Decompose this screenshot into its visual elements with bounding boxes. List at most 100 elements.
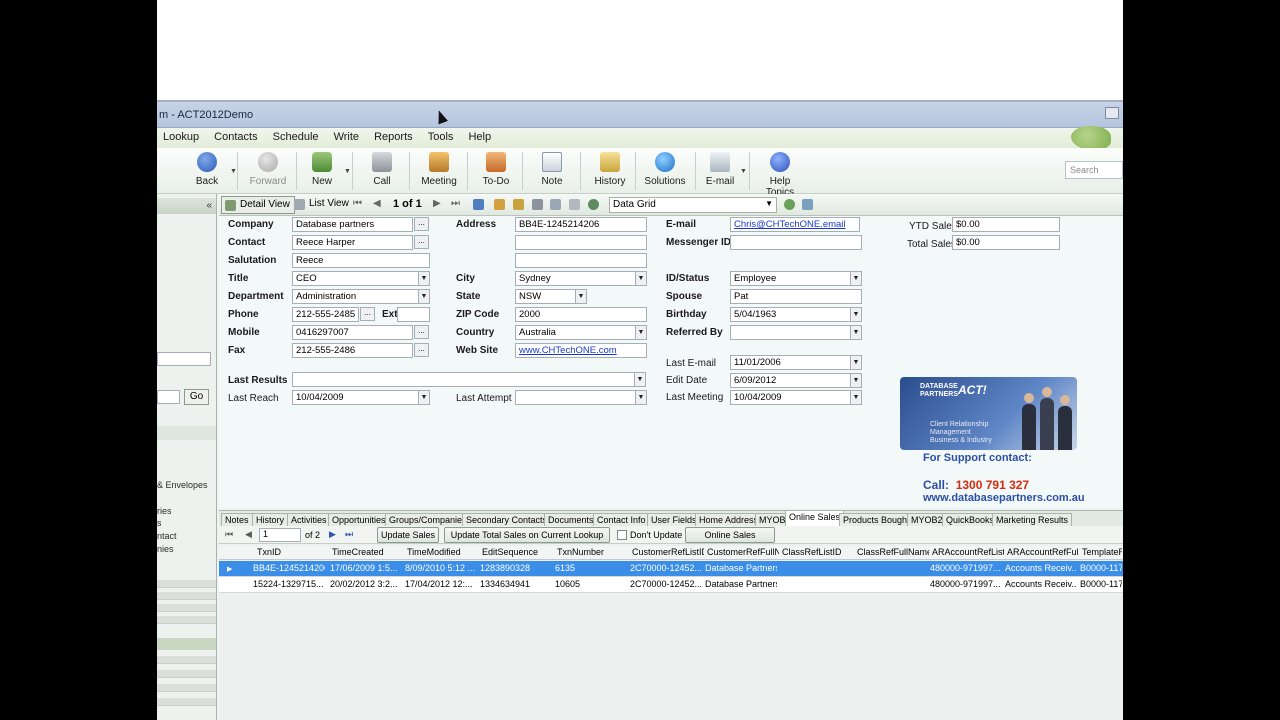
- column-header[interactable]: TimeCreated: [332, 547, 404, 557]
- address-line3-field[interactable]: [515, 253, 647, 268]
- previous-record-icon[interactable]: ◀: [373, 198, 381, 209]
- address-line2-field[interactable]: [515, 235, 647, 250]
- company-ellipsis-button[interactable]: ...: [414, 217, 429, 231]
- phone-field[interactable]: 212-555-2485: [292, 307, 359, 322]
- table-cell[interactable]: 15224-1329715...: [253, 579, 325, 589]
- column-header[interactable]: TemplateR: [1082, 547, 1122, 557]
- address-line1-field[interactable]: BB4E-1245214206: [515, 217, 647, 232]
- update-total-sales-button[interactable]: Update Total Sales on Current Lookup: [444, 527, 610, 543]
- tab-documents[interactable]: Documents: [544, 513, 598, 527]
- table-cell[interactable]: 1283890328: [480, 563, 552, 573]
- restore-button[interactable]: [1105, 107, 1119, 119]
- group-icon[interactable]: [513, 199, 524, 210]
- last-email-field[interactable]: 11/01/2006 ▼: [730, 355, 862, 370]
- contact-field[interactable]: Reece Harper: [292, 235, 413, 250]
- tab-products-bought[interactable]: Products Bought: [839, 513, 914, 527]
- database-partners-banner[interactable]: DATABASE PARTNERS ACT! Client Relationsh…: [900, 377, 1077, 450]
- menu-schedule[interactable]: Schedule: [267, 128, 325, 143]
- solutions-button[interactable]: Solutions: [643, 150, 687, 192]
- department-field[interactable]: Administration ▼: [292, 289, 430, 304]
- dont-update-checkbox[interactable]: [617, 530, 627, 540]
- support-website[interactable]: www.databasepartners.com.au: [923, 492, 1085, 504]
- attach-icon[interactable]: [569, 199, 580, 210]
- email-dropdown-icon[interactable]: ▼: [740, 168, 747, 175]
- menu-reports[interactable]: Reports: [368, 128, 419, 143]
- table-cell[interactable]: 10605: [555, 579, 627, 589]
- phone-ellipsis-button[interactable]: ...: [360, 307, 375, 321]
- back-dropdown-icon[interactable]: ▼: [230, 168, 237, 175]
- column-header[interactable]: TxnNumber: [557, 547, 629, 557]
- detail-view-button[interactable]: Detail View: [221, 196, 295, 214]
- column-header[interactable]: CustomerRefListID: [632, 547, 704, 557]
- new-button[interactable]: New: [309, 150, 335, 192]
- email-button[interactable]: E-mail: [703, 150, 737, 192]
- note-button[interactable]: Note: [539, 150, 565, 192]
- column-header[interactable]: ClassRefFullName: [857, 547, 929, 557]
- column-header[interactable]: ARAccountRefListI: [932, 547, 1004, 557]
- refresh-icon[interactable]: [784, 199, 795, 210]
- tab-myob2[interactable]: MYOB2: [907, 513, 947, 527]
- lookup-icon[interactable]: [494, 199, 505, 210]
- new-dropdown-icon[interactable]: ▼: [344, 168, 351, 175]
- help-topics-button[interactable]: Help Topics: [755, 150, 805, 198]
- column-header[interactable]: TimeModified: [407, 547, 479, 557]
- table-cell[interactable]: 8/09/2010 5:12 ...: [405, 563, 477, 573]
- search-input[interactable]: Search: [1065, 161, 1123, 179]
- table-cell[interactable]: Database Partners: [705, 563, 777, 573]
- menu-lookup[interactable]: Lookup: [157, 128, 205, 143]
- next-record-icon[interactable]: ▶: [433, 198, 441, 209]
- last-reach-field[interactable]: 10/04/2009 ▼: [292, 390, 430, 405]
- web-icon[interactable]: [588, 199, 599, 210]
- ext-field[interactable]: [397, 307, 430, 322]
- todo-button[interactable]: To-Do: [480, 150, 512, 192]
- table-row[interactable]: ▶ BB4E-1245214206 17/06/2009 1:5... 8/09…: [219, 561, 1123, 577]
- layout-select[interactable]: Data Grid ▼: [609, 197, 777, 213]
- mobile-ellipsis-button[interactable]: ...: [414, 325, 429, 339]
- tab-online-sales[interactable]: Online Sales: [785, 510, 845, 527]
- tab-activities[interactable]: Activities: [287, 513, 331, 527]
- table-cell[interactable]: 2C70000-12452...: [630, 579, 702, 589]
- copy-icon[interactable]: [550, 199, 561, 210]
- table-cell[interactable]: B0000-117: [1080, 563, 1122, 573]
- table-cell[interactable]: 20/02/2012 3:2...: [330, 579, 402, 589]
- menu-write[interactable]: Write: [328, 128, 365, 143]
- table-cell[interactable]: 1334634941: [480, 579, 552, 589]
- table-cell[interactable]: 480000-971997...: [930, 579, 1002, 589]
- state-field[interactable]: NSW ▼: [515, 289, 587, 304]
- lookup-input[interactable]: [157, 390, 180, 404]
- tab-history[interactable]: History: [252, 513, 289, 527]
- call-button[interactable]: Call: [369, 150, 395, 192]
- id-status-field[interactable]: Employee ▼: [730, 271, 862, 286]
- fax-ellipsis-button[interactable]: ...: [414, 343, 429, 357]
- table-cell[interactable]: B0000-117: [1080, 579, 1122, 589]
- back-button[interactable]: Back: [193, 150, 221, 192]
- online-sales-button[interactable]: Online Sales: [685, 527, 775, 543]
- menu-contacts[interactable]: Contacts: [208, 128, 263, 143]
- last-record-icon[interactable]: ⏭: [451, 198, 460, 209]
- column-header[interactable]: TxnID: [257, 547, 329, 557]
- nav-item[interactable]: ries: [157, 506, 172, 516]
- fax-field[interactable]: 212-555-2486: [292, 343, 413, 358]
- nav-item[interactable]: ntact: [157, 531, 177, 541]
- last-page-icon[interactable]: ⏭: [345, 529, 353, 540]
- menu-tools[interactable]: Tools: [422, 128, 460, 143]
- go-button[interactable]: Go: [184, 389, 209, 405]
- salutation-field[interactable]: Reece: [292, 253, 430, 268]
- zip-field[interactable]: 2000: [515, 307, 647, 322]
- column-header[interactable]: CustomerRefFullNa: [707, 547, 779, 557]
- table-cell[interactable]: Accounts Receiv...: [1005, 563, 1077, 573]
- column-header[interactable]: ClassRefListID: [782, 547, 854, 557]
- last-attempt-field[interactable]: ▼: [515, 390, 647, 405]
- table-cell[interactable]: Accounts Receiv...: [1005, 579, 1077, 589]
- collapse-icon[interactable]: «: [206, 200, 212, 211]
- first-record-icon[interactable]: ⏮: [353, 198, 362, 209]
- column-header[interactable]: ARAccountRefFullN: [1007, 547, 1079, 557]
- previous-page-icon[interactable]: ◀: [245, 529, 252, 540]
- meeting-button[interactable]: Meeting: [419, 150, 459, 192]
- tab-groups-companies[interactable]: Groups/Companies: [385, 513, 471, 527]
- page-number-input[interactable]: 1: [259, 528, 301, 542]
- tab-opportunities[interactable]: Opportunities: [328, 513, 390, 527]
- column-header[interactable]: EditSequence: [482, 547, 554, 557]
- edit-icon[interactable]: [532, 199, 543, 210]
- save-icon[interactable]: [473, 199, 484, 210]
